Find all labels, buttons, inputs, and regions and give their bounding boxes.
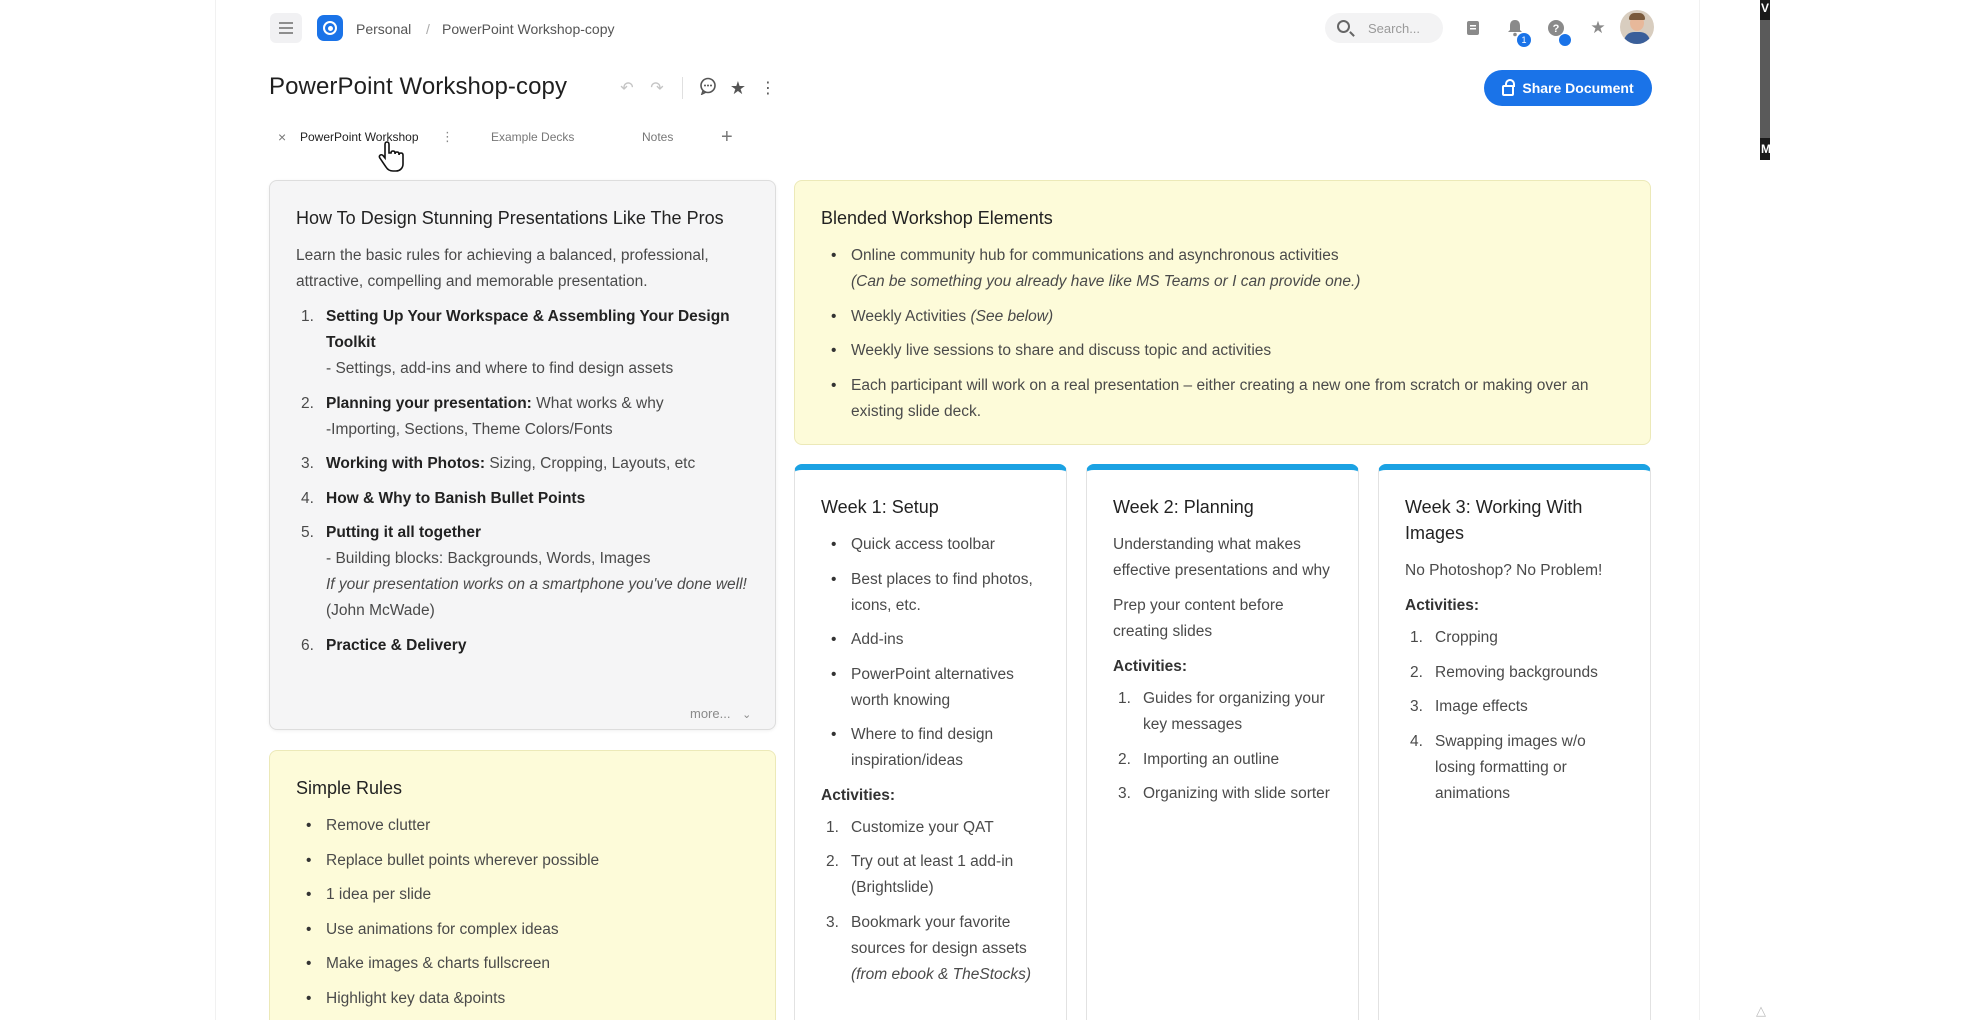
list-item: Each participant will work on a real pre… bbox=[821, 373, 1624, 425]
list-item: 3. Image effects bbox=[1410, 698, 1528, 715]
toolbar-divider bbox=[682, 77, 683, 99]
tab-options-icon[interactable]: ⋮ bbox=[441, 129, 454, 145]
page-title[interactable]: PowerPoint Workshop-copy bbox=[269, 73, 567, 101]
title-toolbar: ↶ ↷ ★ ⋮ bbox=[612, 76, 783, 100]
topic-list: 1. Setting Up Your Workspace & Assembling… bbox=[296, 304, 749, 659]
list-item: 1. Setting Up Your Workspace & Assembling… bbox=[301, 308, 730, 377]
list-item: Highlight key data &points bbox=[296, 986, 749, 1012]
star-icon[interactable]: ★ bbox=[1585, 15, 1611, 41]
list-item: 4. Swapping images w/o losing formatting … bbox=[1410, 732, 1586, 802]
blended-elements-card: Blended Workshop Elements Online communi… bbox=[794, 180, 1651, 445]
more-options-icon[interactable]: ⋮ bbox=[753, 78, 783, 98]
avatar[interactable] bbox=[1620, 10, 1654, 44]
week1-topics: Quick access toolbar Best places to find… bbox=[821, 532, 1040, 774]
week3-card: Week 3: Working With Images No Photoshop… bbox=[1378, 464, 1651, 1020]
list-item: 1. Guides for organizing your key message… bbox=[1118, 690, 1325, 733]
card-title: Week 1: Setup bbox=[821, 497, 939, 517]
comment-icon[interactable] bbox=[693, 77, 723, 100]
close-tab-icon[interactable]: × bbox=[278, 129, 286, 145]
list-item: Online community hub for communications … bbox=[821, 243, 1624, 295]
list-item: Use animations for complex ideas bbox=[296, 917, 749, 943]
menu-icon[interactable] bbox=[270, 13, 302, 43]
redo-icon[interactable]: ↷ bbox=[642, 78, 672, 98]
list-item: 2. Planning your presentation: What works… bbox=[301, 394, 664, 438]
side-strip-top: V bbox=[1760, 0, 1770, 20]
help-dot bbox=[1559, 34, 1571, 46]
side-strip-bottom: M bbox=[1760, 138, 1771, 160]
svg-text:?: ? bbox=[1553, 23, 1560, 35]
activities-label: Activities: bbox=[821, 786, 896, 804]
list-item: Quick access toolbar bbox=[821, 532, 1040, 558]
list-item: Weekly live sessions to share and discus… bbox=[821, 338, 1624, 364]
list-item: 4. How & Why to Banish Bullet Points bbox=[301, 489, 586, 507]
left-gutter bbox=[0, 0, 215, 1020]
top-bar: Personal / PowerPoint Workshop-copy Sear… bbox=[270, 10, 1654, 47]
list-item: Where to find design inspiration/ideas bbox=[821, 722, 1040, 774]
week3-activities: 1. Cropping 2. Removing backgrounds 3. Imag… bbox=[1405, 625, 1624, 807]
list-item: Add-ins bbox=[821, 627, 1040, 653]
list-item: 1. Customize your QAT bbox=[826, 818, 994, 836]
list-item: 3. Organizing with slide sorter bbox=[1118, 785, 1330, 802]
tab-notes[interactable]: Notes bbox=[642, 130, 673, 144]
share-document-button[interactable]: Share Document bbox=[1484, 70, 1652, 106]
card-title: How To Design Stunning Presentations Lik… bbox=[296, 208, 724, 228]
chevron-down-icon: ⌄ bbox=[742, 709, 752, 721]
workshop-overview-card: How To Design Stunning Presentations Lik… bbox=[269, 180, 776, 730]
list-item: Remove clutter bbox=[296, 813, 749, 839]
week2-card: Week 2: Planning Understanding what make… bbox=[1086, 464, 1359, 1020]
list-item: Best places to find photos, icons, etc. bbox=[821, 567, 1040, 619]
breadcrumb-workspace[interactable]: Personal bbox=[356, 21, 411, 37]
week2-intro: Understanding what makes effective prese… bbox=[1113, 536, 1330, 579]
list-item: PowerPoint alternatives worth knowing bbox=[821, 662, 1040, 714]
activities-label: Activities: bbox=[1113, 658, 1188, 675]
share-button-label: Share Document bbox=[1522, 80, 1634, 96]
show-more-link[interactable]: more... ⌄ bbox=[690, 706, 751, 721]
search-placeholder: Search... bbox=[1368, 21, 1421, 36]
list-item: 2. Removing backgrounds bbox=[1410, 663, 1598, 681]
undo-icon[interactable]: ↶ bbox=[612, 78, 642, 98]
hand-cursor-icon bbox=[378, 141, 404, 172]
document-icon[interactable] bbox=[1460, 15, 1486, 41]
tab-example-decks[interactable]: Example Decks bbox=[491, 130, 574, 144]
list-item: 1 idea per slide bbox=[296, 882, 749, 908]
card-title: Simple Rules bbox=[296, 778, 403, 798]
list-item: 2. Importing an outline bbox=[1118, 750, 1280, 768]
notification-badge: 1 bbox=[1517, 33, 1531, 47]
list-item: Weekly Activities (See below) bbox=[821, 304, 1624, 330]
blended-list: Online community hub for communications … bbox=[821, 243, 1624, 425]
week2-prep: Prep your content before creating slides bbox=[1113, 597, 1284, 640]
rules-list: Remove clutter Replace bullet points whe… bbox=[296, 813, 749, 1012]
list-item: 1. Cropping bbox=[1410, 629, 1498, 646]
breadcrumb-document[interactable]: PowerPoint Workshop-copy bbox=[442, 21, 614, 37]
simple-rules-card: Simple Rules Remove clutter Replace bull… bbox=[269, 750, 776, 1020]
add-tab-icon[interactable]: + bbox=[721, 126, 733, 149]
week1-activities: 1. Customize your QAT 2. Try out at least … bbox=[821, 815, 1040, 988]
workspace-icon[interactable] bbox=[317, 15, 343, 41]
list-item: 5. Putting it all together - Building bloc… bbox=[301, 524, 747, 619]
list-item: 2. Try out at least 1 add-in (Brightslide… bbox=[826, 853, 1014, 896]
breadcrumb-separator: / bbox=[426, 21, 430, 37]
list-item: Make images & charts fullscreen bbox=[296, 951, 749, 977]
corner-triangle-icon: △ bbox=[1756, 1003, 1766, 1018]
list-item: 6. Practice & Delivery bbox=[301, 636, 467, 654]
search-icon bbox=[1337, 20, 1350, 33]
search-input[interactable]: Search... bbox=[1325, 13, 1443, 43]
card-title: Week 3: Working With Images bbox=[1405, 497, 1583, 543]
card-intro: Learn the basic rules for achieving a ba… bbox=[296, 247, 709, 290]
side-video-strip: V M bbox=[1760, 0, 1771, 160]
week2-activities: 1. Guides for organizing your key message… bbox=[1113, 686, 1332, 807]
list-item: 3. Bookmark your favorite sources for des… bbox=[826, 913, 1032, 983]
lock-icon bbox=[1502, 78, 1516, 96]
list-item: 3. Working with Photos: Sizing, Cropping,… bbox=[301, 455, 696, 472]
activities-label: Activities: bbox=[1405, 597, 1480, 614]
list-item: Replace bullet points wherever possible bbox=[296, 848, 749, 874]
week3-intro: No Photoshop? No Problem! bbox=[1405, 562, 1603, 579]
card-title: Week 2: Planning bbox=[1113, 497, 1254, 517]
favorite-star-icon[interactable]: ★ bbox=[723, 78, 753, 99]
week1-card: Week 1: Setup Quick access toolbar Best … bbox=[794, 464, 1067, 1020]
card-title: Blended Workshop Elements bbox=[821, 208, 1053, 228]
